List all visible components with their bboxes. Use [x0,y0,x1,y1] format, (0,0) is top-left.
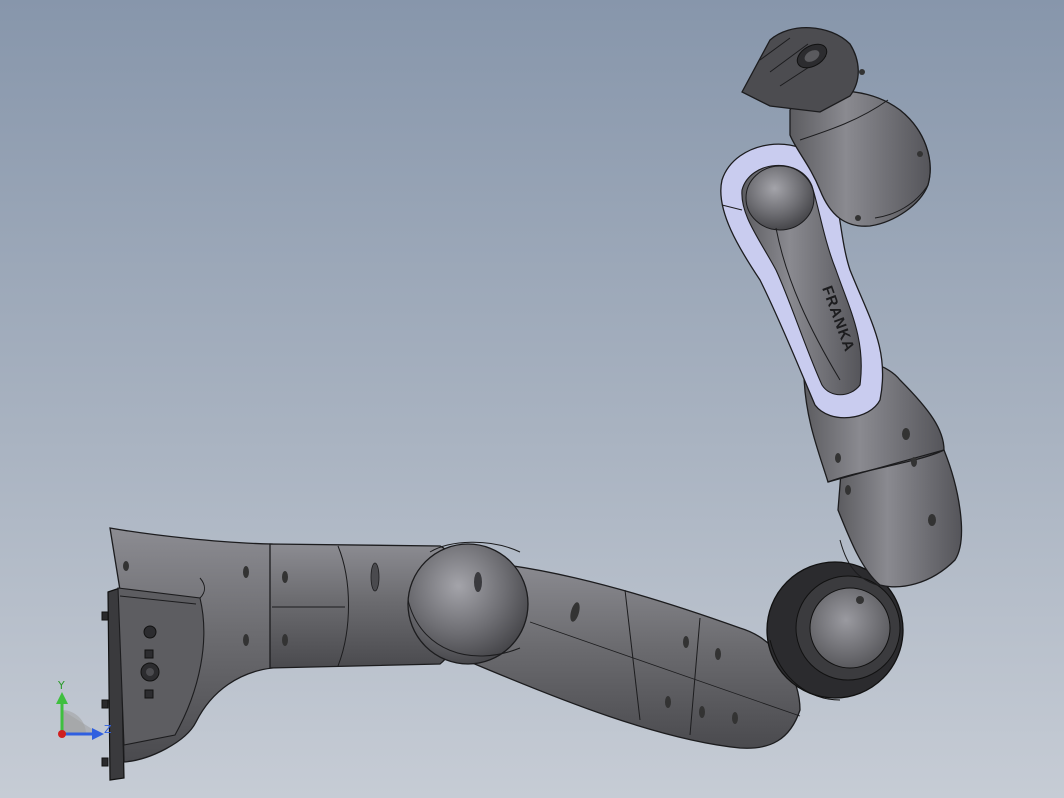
y-axis-label: Y [57,679,65,692]
robot-arm-model[interactable]: FRANKA Y Z [0,0,1064,798]
end-flange [741,27,859,113]
view-triad[interactable]: Y Z [56,679,112,740]
x-axis-dot-icon [58,730,66,738]
shoulder-joint [407,541,529,665]
graphics-viewport[interactable]: FRANKA Y Z [0,0,1064,798]
z-axis-label: Z [104,723,112,736]
base-link [109,527,273,763]
